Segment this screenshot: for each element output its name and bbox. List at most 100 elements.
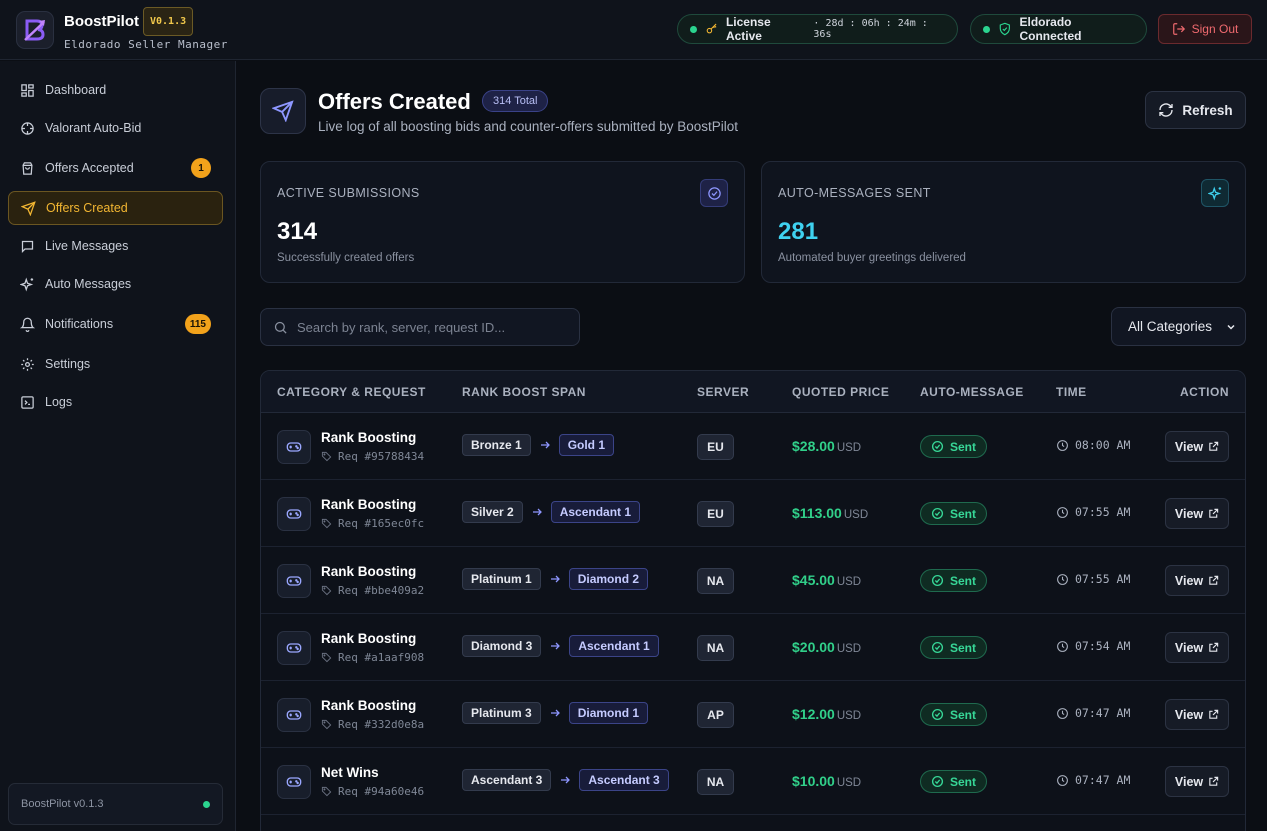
view-button[interactable]: View: [1165, 498, 1229, 529]
send-icon: [272, 100, 294, 122]
gamepad-icon: [286, 509, 302, 519]
rank-from: Bronze 1: [462, 434, 531, 456]
auto-message-status: Sent: [920, 502, 988, 525]
sidebar-item-label: Auto Messages: [45, 277, 132, 291]
app-subtitle: Eldorado Seller Manager: [64, 38, 228, 51]
check-circle-icon: [931, 507, 944, 520]
external-link-icon: [1209, 776, 1219, 786]
status-text: Sent: [950, 506, 977, 521]
sidebar-item-live-messages[interactable]: Live Messages: [8, 229, 223, 263]
external-link-icon: [1209, 575, 1219, 585]
view-button[interactable]: View: [1165, 766, 1229, 797]
gamepad-icon: [286, 777, 302, 787]
sidebar-item-dashboard[interactable]: Dashboard: [8, 73, 223, 107]
message-icon: [21, 240, 34, 253]
quoted-price: $28.00 USD: [792, 438, 861, 454]
table-header: CATEGORY & REQUEST RANK BOOST SPAN SERVE…: [261, 371, 1245, 413]
category-name: Rank Boosting: [321, 497, 417, 512]
view-button[interactable]: View: [1165, 632, 1229, 663]
external-link-icon: [1209, 709, 1219, 719]
time-text: 08:00 AM: [1075, 438, 1131, 452]
status-text: Sent: [950, 707, 977, 722]
clock-icon: [1057, 707, 1068, 719]
arrow-right-icon: [561, 776, 571, 784]
request-id-text: Req #165ec0fc: [338, 517, 425, 530]
arrow-right-icon: [550, 575, 560, 583]
stat-desc: Successfully created offers: [277, 252, 415, 264]
stat-icon-box: [700, 179, 728, 207]
sidebar-item-settings[interactable]: Settings: [8, 347, 223, 381]
sidebar-item-label: Offers Created: [46, 201, 128, 215]
server-badge: AP: [697, 702, 734, 728]
sidebar-item-label: Settings: [45, 357, 91, 371]
clock-icon: [1057, 774, 1068, 786]
price-currency: USD: [836, 643, 862, 655]
stat-label: ACTIVE SUBMISSIONS: [277, 186, 420, 200]
auto-message-status: Sent: [920, 435, 988, 458]
check-circle-icon: [931, 641, 944, 654]
request-id-text: Req #bbe409a2: [338, 584, 425, 597]
license-label: License Active: [725, 15, 771, 43]
sidebar-item-valorant-auto-bid[interactable]: Valorant Auto-Bid: [8, 111, 223, 145]
refresh-button[interactable]: Refresh: [1145, 91, 1246, 129]
version-badge: V0.1.3: [143, 7, 194, 36]
view-label: View: [1174, 439, 1204, 454]
table-row: Rank Boosting Req #a1aaf908 Diamond 3 As…: [261, 614, 1245, 681]
clock-icon: [1057, 573, 1068, 585]
server-badge: EU: [697, 501, 734, 527]
rank-from: Ascendant 3: [462, 769, 552, 791]
server-badge: NA: [697, 769, 734, 795]
view-button[interactable]: View: [1165, 699, 1229, 730]
request-id: Req #332d0e8a: [321, 718, 424, 731]
page-subtitle: Live log of all boosting bids and counte…: [318, 119, 738, 134]
search-input[interactable]: [297, 319, 567, 335]
rank-boost-span: Ascendant 3 Ascendant 3: [462, 769, 669, 791]
time-text: 07:55 AM: [1075, 572, 1131, 586]
app-name: BoostPilot: [64, 13, 139, 30]
total-badge: 314 Total: [482, 90, 549, 112]
key-icon: [706, 23, 717, 34]
page-title: Offers Created: [318, 89, 471, 114]
arrow-right-icon: [550, 709, 560, 717]
status-dot: [983, 25, 990, 33]
sidebar-item-auto-messages[interactable]: Auto Messages: [8, 267, 223, 301]
arrow-right-icon: [551, 642, 561, 650]
view-button[interactable]: View: [1165, 565, 1229, 596]
view-label: View: [1174, 506, 1204, 521]
category-icon-box: [277, 765, 311, 799]
rank-to: Ascendant 3: [579, 769, 669, 791]
gamepad-icon: [286, 442, 302, 452]
request-id-text: Req #94a60e46: [338, 785, 425, 798]
sidebar-item-label: Valorant Auto-Bid: [45, 121, 142, 135]
refresh-label: Refresh: [1182, 102, 1233, 118]
crosshair-icon: [21, 121, 34, 135]
main-content: Offers Created 314 Total Live log of all…: [237, 61, 1267, 831]
category-icon-box: [277, 497, 311, 531]
price-amount: $20.00: [792, 639, 835, 655]
request-id: Req #95788434: [321, 450, 424, 463]
license-status-pill: License Active · 28d : 06h : 24m : 36s: [677, 14, 958, 44]
clock-icon: [1057, 506, 1068, 518]
terminal-icon: [21, 395, 34, 409]
view-button[interactable]: View: [1165, 431, 1229, 462]
sidebar-item-offers-accepted[interactable]: Offers Accepted 1: [8, 151, 223, 185]
price-currency: USD: [843, 509, 869, 521]
time-text: 07:47 AM: [1075, 773, 1131, 787]
view-label: View: [1174, 774, 1204, 789]
rank-to: Ascendant 1: [569, 635, 659, 657]
rank-boost-span: Silver 2 Ascendant 1: [462, 501, 641, 523]
sidebar-item-logs[interactable]: Logs: [8, 385, 223, 419]
category-select[interactable]: All Categories: [1111, 307, 1246, 346]
request-id: Req #bbe409a2: [321, 584, 424, 597]
sparkles-icon: [20, 277, 34, 291]
price-currency: USD: [836, 442, 862, 454]
sidebar-item-notifications[interactable]: Notifications 115: [8, 307, 223, 341]
sidebar-item-offers-created[interactable]: Offers Created: [8, 191, 223, 225]
table-row: Net Wins Req #94a60e46 Ascendant 3 Ascen…: [261, 748, 1245, 815]
offer-time: 07:55 AM: [1056, 505, 1130, 519]
time-text: 07:47 AM: [1075, 706, 1131, 720]
connection-status-pill: Eldorado Connected: [970, 14, 1147, 44]
sign-out-button[interactable]: Sign Out: [1158, 14, 1252, 44]
request-id: Req #94a60e46: [321, 785, 424, 798]
request-id-text: Req #a1aaf908: [338, 651, 425, 664]
